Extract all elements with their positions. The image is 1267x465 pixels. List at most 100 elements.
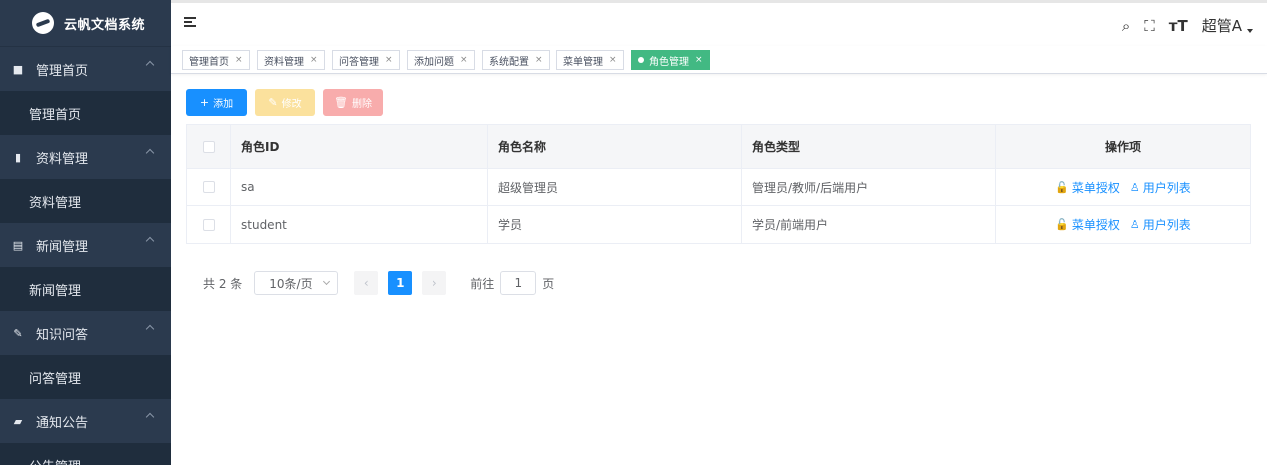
row-checkbox-cell xyxy=(187,206,231,243)
user-icon: ♙ xyxy=(1129,218,1140,231)
tab-system-config[interactable]: 系统配置 × xyxy=(482,50,550,70)
column-header-name: 角色名称 xyxy=(488,125,742,168)
lock-icon: 🔓 xyxy=(1055,180,1069,194)
top-navbar: ⌕ ⛶ тT 超管A xyxy=(171,0,1267,46)
chevron-down-icon xyxy=(323,277,331,286)
user-list-link[interactable]: ♙ 用户列表 xyxy=(1130,179,1191,196)
sidebar-group-label: 新闻管理 xyxy=(36,239,89,255)
header-checkbox-cell xyxy=(187,125,231,168)
sidebar-group-label: 管理首页 xyxy=(36,63,89,79)
page-number-current[interactable]: 1 xyxy=(388,271,413,295)
dashboard-icon: ■ xyxy=(12,62,24,76)
sidebar-item-label: 新闻管理 xyxy=(29,283,82,299)
cell-role-name: 学员 xyxy=(488,206,742,243)
close-icon[interactable]: × xyxy=(460,55,468,65)
sidebar-item-dashboard[interactable]: 管理首页 xyxy=(0,91,171,135)
tab-menu-management[interactable]: 菜单管理 × xyxy=(556,50,624,70)
pagination-total: 共 2 条 xyxy=(203,276,243,291)
tab-materials[interactable]: 资料管理 × xyxy=(257,50,325,70)
tab-role-management[interactable]: 角色管理 × xyxy=(631,50,710,70)
select-all-checkbox[interactable] xyxy=(202,140,215,153)
user-list-label: 用户列表 xyxy=(1142,180,1191,195)
app-logo[interactable]: 云帆文档系统 xyxy=(0,0,171,47)
table-row: sa 超级管理员 管理员/教师/后端用户 🔓 菜单授权 ♙ 用户列表 xyxy=(187,169,1250,206)
sidebar-group-qa[interactable]: ✎ 知识问答 xyxy=(0,311,171,355)
sidebar-group-label: 知识问答 xyxy=(36,327,89,343)
cell-role-type: 学员/前端用户 xyxy=(742,206,996,243)
user-icon: ♙ xyxy=(1129,180,1140,194)
book-icon: ▮ xyxy=(14,150,22,164)
user-menu[interactable]: 超管A xyxy=(1202,15,1253,36)
next-page-button[interactable]: › xyxy=(422,271,447,295)
close-icon[interactable]: × xyxy=(535,55,543,65)
delete-button[interactable]: 🗑 删除 xyxy=(323,89,383,116)
close-icon[interactable]: × xyxy=(695,55,703,65)
close-icon[interactable]: × xyxy=(235,55,243,65)
sidebar-group-news[interactable]: ▤ 新闻管理 xyxy=(0,223,171,267)
column-header-ops: 操作项 xyxy=(1104,140,1141,154)
tab-label: 资料管理 xyxy=(264,56,304,68)
user-list-label: 用户列表 xyxy=(1142,218,1191,232)
row-checkbox[interactable] xyxy=(202,181,215,193)
tab-dashboard[interactable]: 管理首页 × xyxy=(182,50,250,70)
goto-page-input[interactable] xyxy=(500,271,537,295)
tab-qa[interactable]: 问答管理 × xyxy=(332,50,400,70)
font-size-icon[interactable]: тT xyxy=(1169,17,1188,35)
active-dot-icon xyxy=(638,57,644,63)
sidebar-group-notice[interactable]: ▰ 通知公告 xyxy=(0,399,171,443)
message-icon: ▰ xyxy=(13,414,23,428)
sidebar-item-qa[interactable]: 问答管理 xyxy=(0,355,171,399)
sidebar-item-notice[interactable]: 公告管理 xyxy=(0,443,171,465)
sidebar-group-dashboard[interactable]: ■ 管理首页 xyxy=(0,47,171,91)
page-size-select[interactable]: 10条/页 xyxy=(254,271,339,295)
add-button-label: 添加 xyxy=(213,99,234,110)
column-header-type: 角色类型 xyxy=(742,125,996,168)
cell-role-id: student xyxy=(231,206,488,243)
plus-icon: + xyxy=(199,96,210,109)
caret-down-icon xyxy=(1247,28,1253,33)
user-name: 超管A xyxy=(1201,17,1242,35)
sidebar-item-materials[interactable]: 资料管理 xyxy=(0,179,171,223)
menu-auth-link[interactable]: 🔓 菜单授权 xyxy=(1055,179,1120,196)
edit-button[interactable]: ✎ 修改 xyxy=(255,89,315,116)
prev-page-button[interactable]: ‹ xyxy=(354,271,379,295)
edit-icon: ✎ xyxy=(268,96,278,109)
page-suffix-label: 页 xyxy=(542,276,555,291)
hamburger-icon[interactable] xyxy=(184,17,196,27)
tab-label: 菜单管理 xyxy=(563,56,603,68)
cell-role-type: 管理员/教师/后端用户 xyxy=(742,169,996,205)
sidebar-item-label: 管理首页 xyxy=(29,107,82,123)
role-table: 角色ID 角色名称 角色类型 操作项 sa 超级管理员 管理员/教师/后端用户 … xyxy=(186,124,1251,244)
sidebar-item-label: 公告管理 xyxy=(29,456,81,465)
chevron-up-icon xyxy=(145,412,155,422)
sidebar-group-label: 通知公告 xyxy=(36,415,89,431)
sidebar-group-materials[interactable]: ▮ 资料管理 xyxy=(0,135,171,179)
tab-label: 系统配置 xyxy=(489,56,529,68)
close-icon[interactable]: × xyxy=(385,55,393,65)
close-icon[interactable]: × xyxy=(310,55,318,65)
table-row: student 学员 学员/前端用户 🔓 菜单授权 ♙ 用户列表 xyxy=(187,206,1250,243)
add-button[interactable]: + 添加 xyxy=(186,89,247,116)
chevron-up-icon xyxy=(145,324,155,334)
chevron-left-icon: ‹ xyxy=(363,276,369,290)
search-icon[interactable]: ⌕ xyxy=(1122,17,1130,35)
fullscreen-icon[interactable]: ⛶ xyxy=(1144,17,1155,35)
sidebar-item-news[interactable]: 新闻管理 xyxy=(0,267,171,311)
tab-label: 角色管理 xyxy=(649,56,689,68)
menu-auth-link[interactable]: 🔓 菜单授权 xyxy=(1055,216,1120,233)
goto-label: 前往 xyxy=(470,276,495,291)
cell-role-id: sa xyxy=(231,169,488,205)
cell-ops: 🔓 菜单授权 ♙ 用户列表 xyxy=(996,206,1250,243)
tab-add-question[interactable]: 添加问题 × xyxy=(407,50,475,70)
chevron-up-icon xyxy=(145,60,155,70)
edit-icon: ✎ xyxy=(13,326,23,340)
table-header: 角色ID 角色名称 角色类型 操作项 xyxy=(187,125,1250,169)
chevron-up-icon xyxy=(145,236,155,246)
menu-auth-label: 菜单授权 xyxy=(1071,218,1120,232)
row-checkbox[interactable] xyxy=(202,218,215,231)
sidebar-group-label: 资料管理 xyxy=(36,151,89,167)
tab-label: 添加问题 xyxy=(414,56,454,68)
user-list-link[interactable]: ♙ 用户列表 xyxy=(1130,216,1191,233)
close-icon[interactable]: × xyxy=(609,55,617,65)
news-icon: ▤ xyxy=(12,238,24,252)
